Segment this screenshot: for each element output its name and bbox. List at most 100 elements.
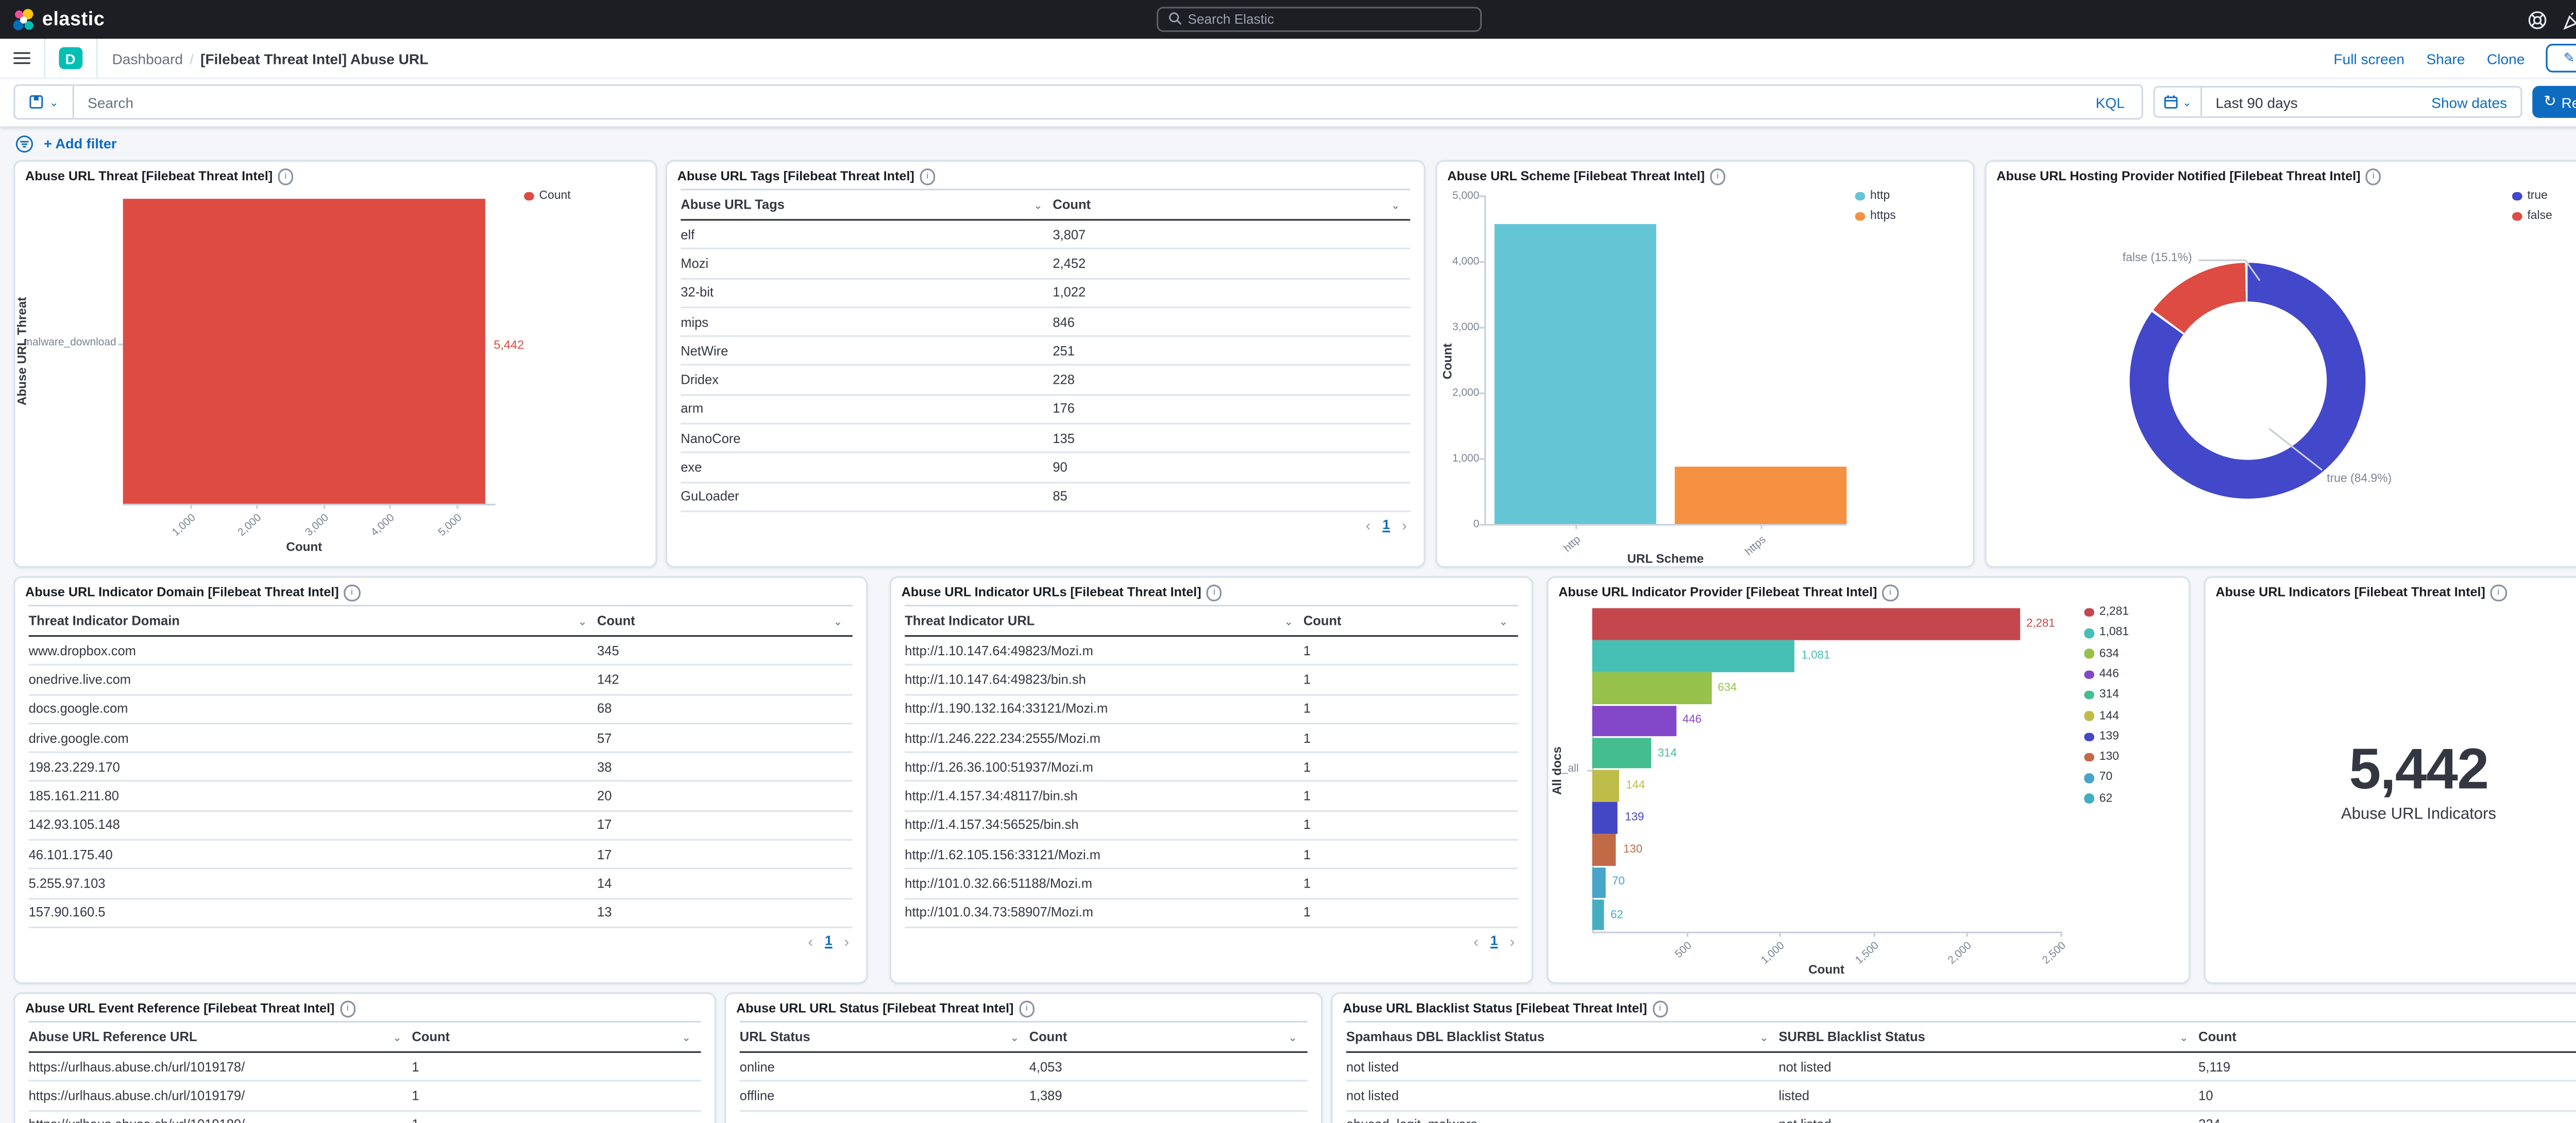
menu-icon[interactable] — [13, 52, 30, 64]
panel-title[interactable]: Abuse URL Indicator Provider [Filebeat T… — [1558, 585, 1898, 601]
bar-Gandylyan1[interactable] — [1592, 738, 1651, 769]
legend-item[interactable]: 2,281 — [2084, 606, 2129, 618]
bar-zbetcheckin[interactable] — [1592, 899, 1604, 931]
chevron-down-icon[interactable]: ⌄ — [833, 614, 842, 627]
column-header[interactable]: Count⌄ — [412, 1029, 701, 1044]
date-picker-menu-button[interactable]: ⌄ — [2155, 88, 2202, 116]
dashboard-badge[interactable]: D — [59, 47, 81, 70]
legend-item[interactable]: https — [1855, 211, 1896, 223]
global-search-input[interactable]: Search Elastic — [1156, 6, 1481, 32]
add-filter-button[interactable]: + Add filter — [44, 135, 116, 152]
legend-item[interactable]: true — [2512, 191, 2548, 202]
next-page-icon[interactable]: › — [1510, 933, 1515, 950]
filter-icon[interactable] — [15, 134, 33, 152]
info-icon[interactable]: i — [1206, 585, 1222, 601]
bar-geenensp[interactable] — [1592, 640, 1794, 672]
kql-toggle-button[interactable]: KQL — [2079, 94, 2142, 111]
show-dates-button[interactable]: Show dates — [2431, 94, 2520, 111]
panel-title[interactable]: Abuse URL Threat [Filebeat Threat Intel]… — [25, 168, 294, 184]
chevron-down-icon[interactable]: ⌄ — [1010, 1030, 1019, 1044]
time-range-value[interactable]: Last 90 days — [2202, 94, 2431, 111]
column-header[interactable]: Abuse URL Reference URL⌄ — [29, 1029, 412, 1044]
news-party-icon[interactable] — [2563, 9, 2576, 29]
column-header[interactable]: URL Status⌄ — [740, 1029, 1029, 1044]
query-input[interactable]: Search — [74, 94, 2079, 111]
page-number[interactable]: 1 — [1490, 934, 1498, 949]
info-icon[interactable]: i — [344, 585, 360, 601]
panel-title[interactable]: Abuse URL Scheme [Filebeat Threat Intel]… — [1447, 168, 1726, 184]
panel-title[interactable]: Abuse URL URL Status [Filebeat Threat In… — [736, 1001, 1035, 1017]
chevron-down-icon[interactable]: ⌄ — [1391, 198, 1400, 211]
info-icon[interactable]: i — [1882, 585, 1898, 601]
bar-malware_download[interactable] — [123, 199, 485, 504]
legend-item[interactable]: 62 — [2084, 793, 2112, 805]
column-header[interactable]: Count⌄ — [597, 613, 853, 628]
info-icon[interactable]: i — [278, 168, 294, 184]
column-header[interactable]: Threat Indicator Domain⌄ — [29, 613, 597, 628]
bar-http[interactable] — [1495, 224, 1656, 524]
column-header[interactable]: Count⌄ — [2198, 1029, 2576, 1044]
bar-abuse_ch[interactable] — [1592, 802, 1618, 833]
next-page-icon[interactable]: › — [844, 933, 849, 950]
chevron-down-icon[interactable]: ⌄ — [682, 1030, 691, 1044]
bar-_morepoints[interactable] — [1592, 705, 1675, 737]
panel-title[interactable]: Abuse URL Hosting Provider Notified [Fil… — [1996, 168, 2381, 184]
legend-item[interactable]: 70 — [2084, 772, 2112, 784]
panel-title[interactable]: Abuse URL Blacklist Status [Filebeat Thr… — [1343, 1001, 1668, 1017]
panel-title[interactable]: Abuse URL Indicator URLs [Filebeat Threa… — [902, 585, 1223, 601]
edit-button[interactable]: ✎ Edit — [2547, 44, 2576, 72]
clone-button[interactable]: Clone — [2487, 49, 2524, 66]
saved-query-menu-button[interactable]: ⌄ — [15, 86, 74, 118]
panel-title[interactable]: Abuse URL Indicators [Filebeat Threat In… — [2215, 585, 2506, 601]
column-header[interactable]: Spamhaus DBL Blacklist Status⌄ — [1346, 1029, 1778, 1044]
legend-item[interactable]: 634 — [2084, 648, 2119, 660]
legend-item[interactable]: 314 — [2084, 689, 2119, 701]
panel-title[interactable]: Abuse URL Tags [Filebeat Threat Intel] i — [677, 168, 936, 184]
column-header[interactable]: Count⌄ — [1053, 197, 1410, 212]
legend-item[interactable]: 446 — [2084, 669, 2119, 680]
chevron-down-icon[interactable]: ⌄ — [2179, 1030, 2189, 1044]
legend-item[interactable]: Count — [524, 191, 571, 202]
refresh-button[interactable]: ↻ Refresh — [2532, 86, 2576, 118]
chevron-down-icon[interactable]: ⌄ — [1288, 1030, 1297, 1044]
legend-item[interactable]: 144 — [2084, 710, 2119, 722]
info-icon[interactable]: i — [1710, 168, 1726, 184]
bar-tolisec[interactable] — [1592, 835, 1616, 866]
full-screen-button[interactable]: Full screen — [2334, 49, 2404, 66]
chevron-down-icon[interactable]: ⌄ — [1499, 614, 1508, 627]
panel-title[interactable]: Abuse URL Indicator Domain [Filebeat Thr… — [25, 585, 360, 601]
bar-anonymous[interactable] — [1592, 673, 1711, 704]
legend-item[interactable]: 130 — [2084, 752, 2119, 763]
prev-page-icon[interactable]: ‹ — [1366, 517, 1371, 534]
bar-stoerchl[interactable] — [1592, 770, 1619, 802]
bar-https[interactable] — [1675, 467, 1847, 524]
prev-page-icon[interactable]: ‹ — [1473, 933, 1479, 950]
next-page-icon[interactable]: › — [1402, 517, 1407, 534]
page-number[interactable]: 1 — [1382, 518, 1390, 533]
info-icon[interactable]: i — [920, 168, 936, 184]
legend-item[interactable]: false — [2512, 211, 2552, 223]
column-header[interactable]: Count⌄ — [1029, 1029, 1308, 1044]
info-icon[interactable]: i — [2365, 168, 2381, 184]
panel-title[interactable]: Abuse URL Event Reference [Filebeat Thre… — [25, 1001, 355, 1017]
column-header[interactable]: Abuse URL Tags⌄ — [681, 197, 1053, 212]
share-button[interactable]: Share — [2426, 49, 2465, 66]
column-header[interactable]: Threat Indicator URL⌄ — [905, 613, 1303, 628]
chevron-down-icon[interactable]: ⌄ — [1759, 1030, 1769, 1044]
page-number[interactable]: 1 — [825, 934, 833, 949]
legend-item[interactable]: 139 — [2084, 731, 2119, 743]
column-header[interactable]: Count⌄ — [1303, 613, 1518, 628]
chevron-down-icon[interactable]: ⌄ — [578, 614, 587, 627]
chevron-down-icon[interactable]: ⌄ — [393, 1030, 402, 1044]
info-icon[interactable]: i — [2490, 585, 2506, 601]
chevron-down-icon[interactable]: ⌄ — [1033, 198, 1043, 211]
help-icon[interactable] — [2527, 9, 2547, 29]
prev-page-icon[interactable]: ‹ — [808, 933, 813, 950]
column-header[interactable]: SURBL Blacklist Status⌄ — [1778, 1029, 2198, 1044]
breadcrumb-dashboard[interactable]: Dashboard — [112, 49, 183, 66]
info-icon[interactable]: i — [1652, 1001, 1668, 1017]
legend-item[interactable]: 1,081 — [2084, 627, 2129, 639]
legend-item[interactable]: http — [1855, 191, 1890, 202]
elastic-home-link[interactable]: elastic — [12, 0, 105, 39]
bar-lrz_urlhaus[interactable] — [1592, 608, 2019, 640]
